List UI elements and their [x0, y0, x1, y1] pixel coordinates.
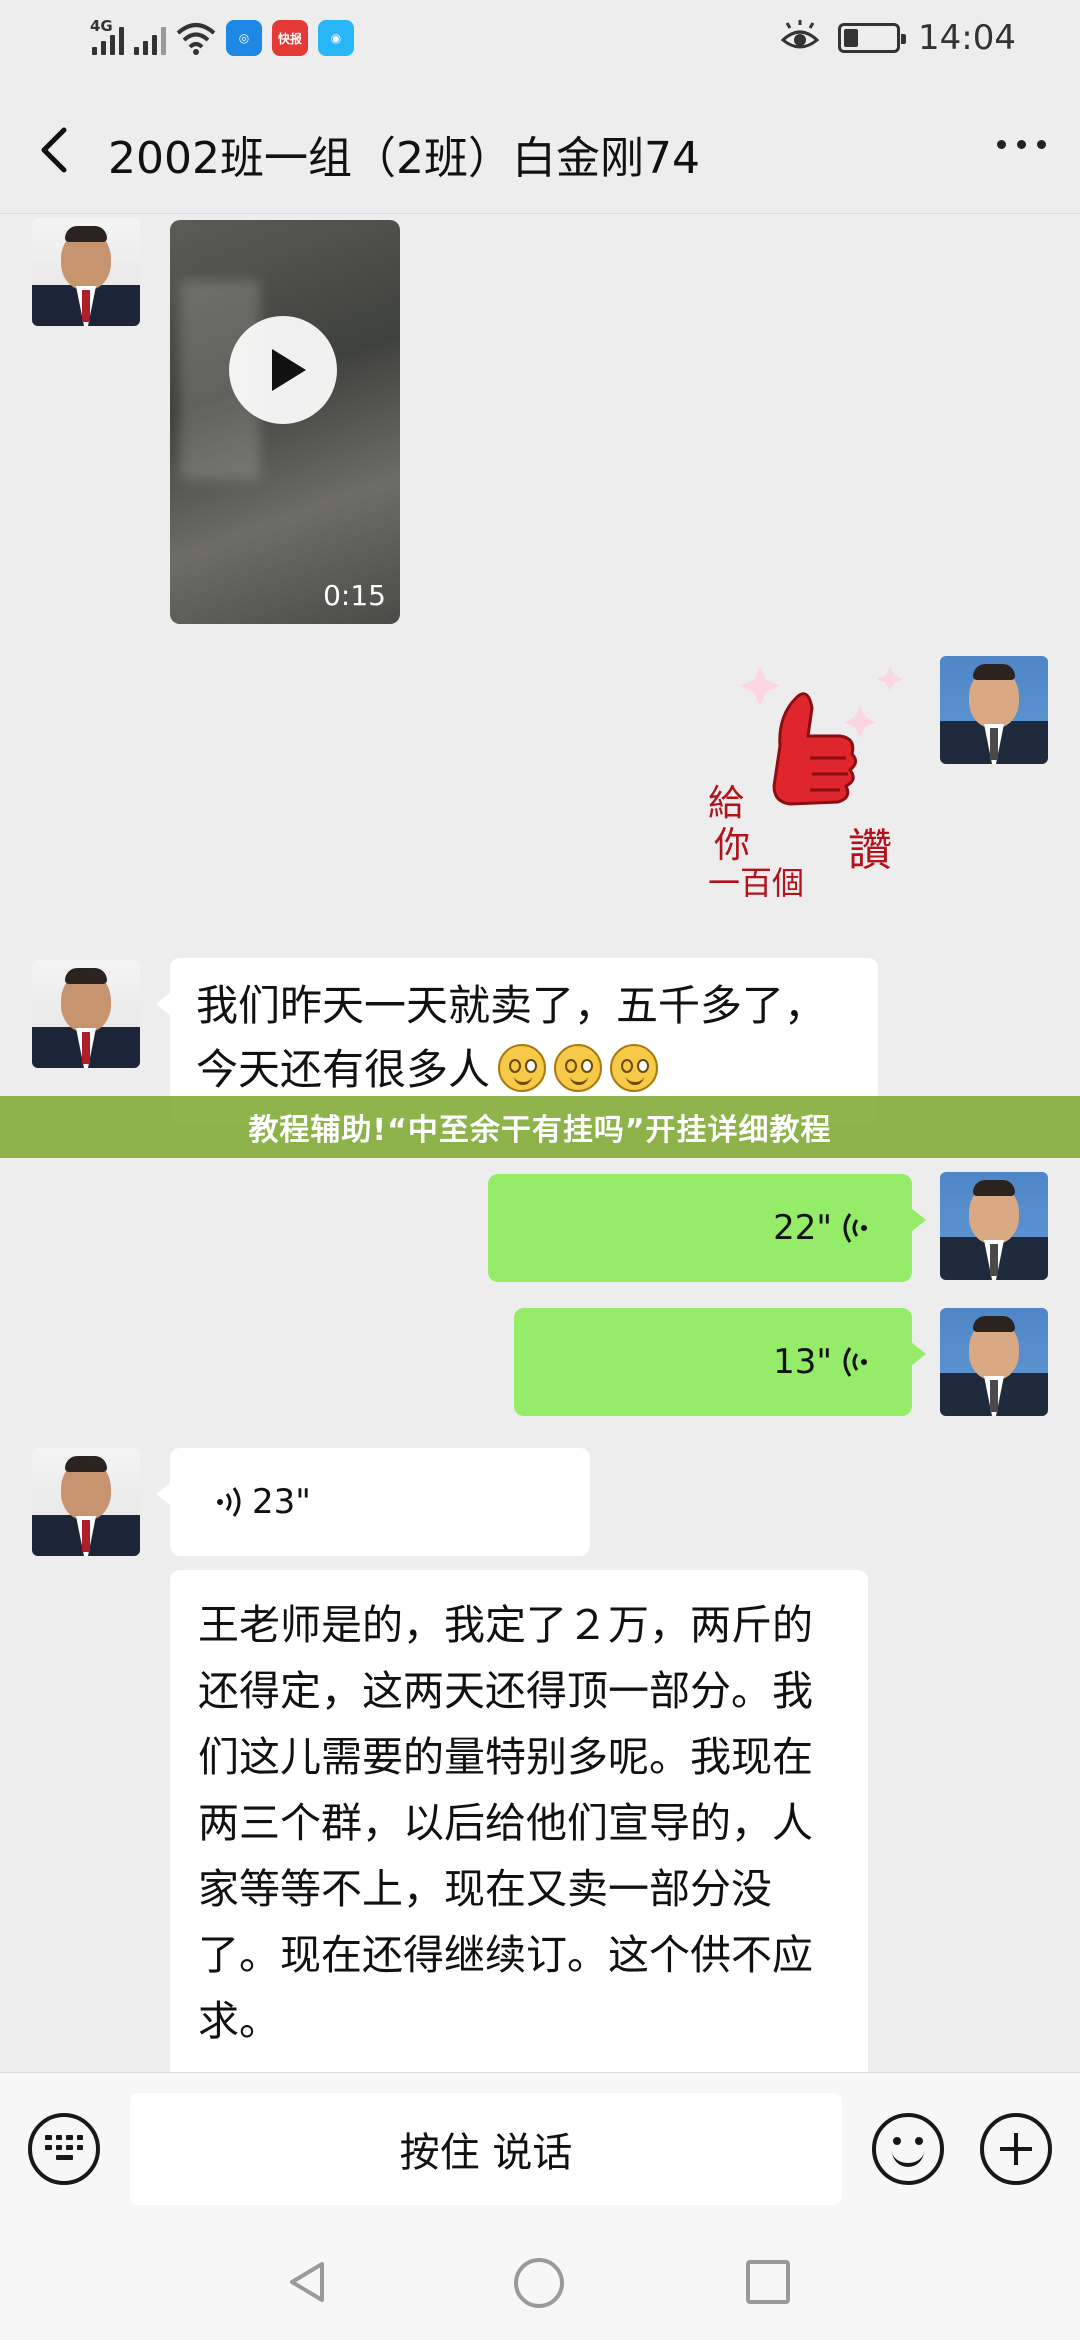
app-notification-icon: ◎ — [226, 20, 262, 56]
clock: 14:04 — [918, 18, 1016, 58]
chat-messages[interactable]: 0:15 給 你 一百個 讚 我们昨天一天就卖了，五千多了，今天还有很多人 22… — [0, 214, 1080, 2072]
transcribed-text-bubble[interactable]: 王老师是的，我定了２万，两斤的还得定，这两天还得顶一部分。我们这儿需要的量特别多… — [170, 1570, 868, 2072]
voice-wave-icon — [217, 1487, 241, 1517]
voice-message-bubble[interactable]: 23" — [156, 1448, 590, 1556]
status-left: 4G ◎ 快报 ◉ — [90, 17, 354, 56]
hold-to-talk-button[interactable]: 按住 说话 — [130, 2093, 842, 2205]
chat-header: 2002班一组（2班）白金刚74 — [0, 84, 1080, 214]
avatar-contact[interactable] — [32, 1448, 140, 1556]
smile-emoji-icon — [554, 1044, 603, 1092]
status-right: 14:04 — [780, 18, 1016, 58]
battery-icon — [838, 23, 907, 53]
eye-comfort-icon — [780, 20, 820, 49]
network-type-label: 4G — [90, 17, 113, 35]
avatar-self[interactable] — [940, 1308, 1048, 1416]
signal-icon: 4G — [90, 17, 124, 55]
sticker-text-4: 讚 — [848, 825, 892, 876]
kuaibao-app-icon: 快报 — [272, 20, 308, 56]
nav-home-icon[interactable] — [514, 2258, 564, 2308]
video-duration: 0:15 — [323, 579, 386, 612]
sticker-text-3: 一百個 — [708, 864, 805, 902]
smile-emoji-icon — [610, 1044, 659, 1092]
hold-to-talk-label: 按住 说话 — [399, 2130, 573, 2176]
video-message[interactable]: 0:15 — [170, 220, 400, 624]
avatar-self[interactable] — [940, 656, 1048, 764]
voice-message-bubble[interactable]: 13" — [514, 1308, 926, 1416]
emoji-icon[interactable] — [872, 2113, 944, 2185]
voice-duration: 23" — [252, 1482, 311, 1522]
chat-title: 2002班一组（2班）白金刚74 — [108, 133, 700, 184]
voice-wave-icon — [843, 1213, 867, 1243]
signal-icon-2 — [134, 21, 166, 55]
nav-recent-apps-icon[interactable] — [746, 2260, 790, 2304]
thumbs-up-sticker[interactable]: 給 你 一百個 讚 — [700, 646, 908, 904]
voice-message-bubble[interactable]: 22" — [488, 1174, 926, 1282]
promo-banner: 教程辅助!“中至余干有挂吗”开挂详细教程 — [0, 1096, 1080, 1158]
voice-wave-icon — [843, 1347, 867, 1377]
avatar-self[interactable] — [940, 1172, 1048, 1280]
more-options-icon[interactable] — [997, 140, 1046, 149]
system-navigation-bar — [0, 2224, 1080, 2340]
smile-emoji-icon — [498, 1044, 547, 1092]
kuaibao-label: 快报 — [277, 31, 302, 46]
back-arrow-icon[interactable] — [30, 120, 80, 180]
plus-icon[interactable] — [980, 2113, 1052, 2185]
nav-back-icon[interactable] — [284, 2258, 332, 2306]
wifi-icon — [176, 23, 216, 55]
input-bar: 按住 说话 — [0, 2072, 1080, 2224]
voice-duration: 13" — [773, 1342, 832, 1382]
banner-text: 教程辅助!“中至余干有挂吗”开挂详细教程 — [248, 1113, 832, 1148]
status-bar: 4G ◎ 快报 ◉ 14:04 — [0, 0, 1080, 84]
browser-app-icon: ◉ — [318, 20, 354, 56]
play-icon[interactable] — [229, 316, 337, 424]
voice-duration: 22" — [773, 1208, 832, 1248]
avatar-contact[interactable] — [32, 218, 140, 326]
keyboard-toggle-icon[interactable] — [28, 2113, 100, 2185]
message-text: 王老师是的，我定了２万，两斤的还得定，这两天还得顶一部分。我们这儿需要的量特别多… — [198, 1601, 813, 2045]
avatar-contact[interactable] — [32, 960, 140, 1068]
